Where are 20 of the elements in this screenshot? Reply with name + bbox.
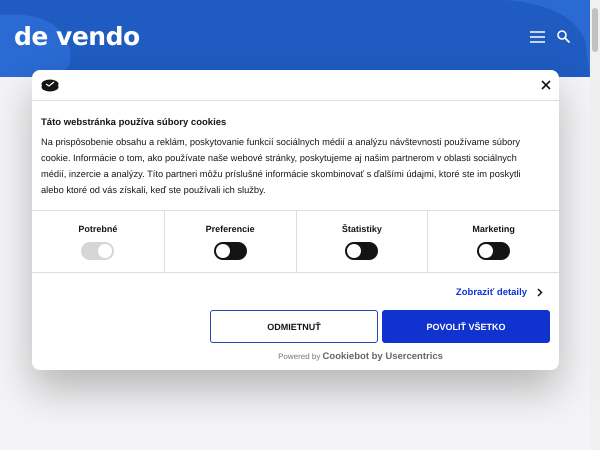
menu-icon[interactable]	[530, 30, 545, 42]
category-label: Marketing	[472, 224, 515, 234]
category-label: Potrebné	[78, 224, 118, 234]
search-icon[interactable]	[557, 30, 570, 43]
cookie-description: Na prispôsobenie obsahu a reklám, poskytovanie funkcií sociálnych médií a analýzu návštevnosti používame súbory cookie. Informácie o tom, ako používate naše webové stránky, poskytujeme aj našim partnerom v oblasti sociálnych médií, inzercie a analýzy. Títo partneri môžu príslušné informácie skombinovať s ďalšími údajmi, ktoré ste im poskytli alebo ktoré od vás získali, keď ste používali ich služby.	[41, 136, 522, 197]
toggle-switch[interactable]	[345, 242, 378, 260]
chevron-right-icon	[537, 288, 543, 297]
cookie-logo-icon	[41, 78, 59, 92]
category-label: Štatistiky	[342, 224, 382, 234]
allow-all-button[interactable]: POVOLIŤ VŠETKO	[382, 310, 550, 343]
close-icon[interactable]	[541, 80, 551, 90]
details-link[interactable]: Zobraziť detaily	[456, 287, 543, 298]
dialog-title: Táto webstránka používa súbory cookies	[41, 117, 228, 128]
toggle-switch[interactable]	[214, 242, 247, 260]
decline-button[interactable]: ODMIETNUŤ	[210, 310, 378, 343]
toggle-switch[interactable]	[477, 242, 510, 260]
logo[interactable]: de vendo	[14, 22, 140, 51]
category-label: Preferencie	[206, 224, 255, 234]
powered-by-text: Powered by Cookiebot by Usercentrics	[277, 350, 444, 364]
scrollbar[interactable]	[590, 0, 600, 450]
